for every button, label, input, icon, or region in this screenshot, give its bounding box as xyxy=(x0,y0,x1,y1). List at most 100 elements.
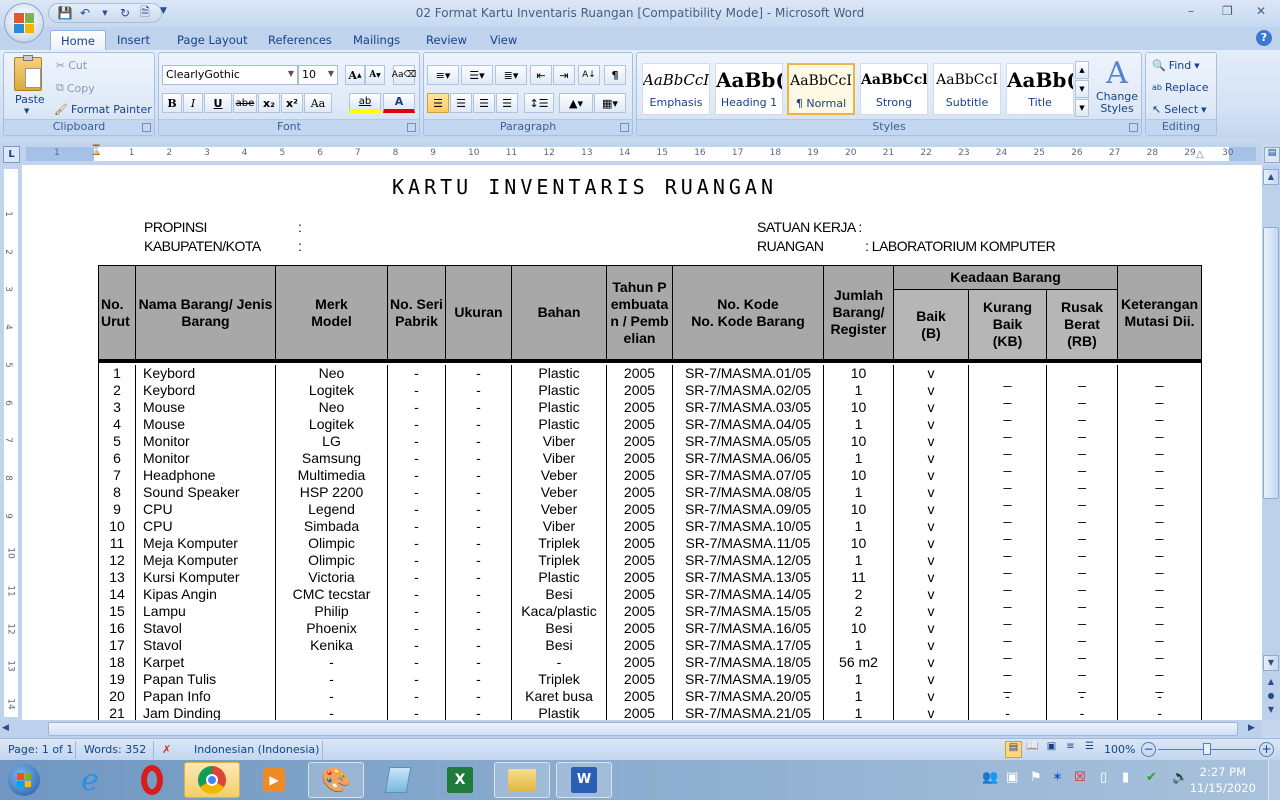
styles-scroll-up-icon[interactable]: ▲ xyxy=(1075,61,1089,79)
view-ruler-button[interactable]: ▤ xyxy=(1264,147,1280,163)
next-page-icon[interactable]: ▼ xyxy=(1263,703,1279,719)
increase-indent-button[interactable]: ⇥ xyxy=(553,65,575,85)
style-heading-1[interactable]: AaBb(Heading 1 xyxy=(715,63,783,115)
change-styles-button[interactable]: A Change Styles xyxy=(1095,57,1139,121)
print-layout-view-icon[interactable]: ▤ xyxy=(1005,741,1022,758)
language-indicator[interactable]: Indonesian (Indonesia) xyxy=(194,743,319,756)
align-center-button[interactable]: ☰ xyxy=(450,93,472,113)
word-count[interactable]: Words: 352 xyxy=(84,743,146,756)
undo-dropdown-icon[interactable]: ▼ xyxy=(97,5,113,21)
start-button[interactable] xyxy=(4,762,44,798)
font-size-combo[interactable]: 10 ▼ xyxy=(298,65,338,85)
redo-icon[interactable]: ↻ xyxy=(117,5,133,21)
signal-icon[interactable]: ▮ xyxy=(1122,770,1129,785)
style-emphasis[interactable]: AaBbCcI Emphasis xyxy=(642,63,710,115)
tab-page-layout[interactable]: Page Layout xyxy=(167,30,258,51)
select-button[interactable]: ↖ Select ▼ xyxy=(1152,103,1207,116)
paste-icon[interactable] xyxy=(14,55,42,91)
scroll-down-icon[interactable]: ▼ xyxy=(1263,655,1279,671)
proofing-icon[interactable]: ✗ xyxy=(162,743,171,756)
office-button[interactable] xyxy=(4,3,44,43)
right-indent-marker-icon[interactable]: △ xyxy=(1196,149,1204,160)
horizontal-scrollbar[interactable]: ◀ ▶ xyxy=(0,720,1262,738)
format-painter-button[interactable]: 🖌 Format Painter xyxy=(54,103,152,116)
draft-view-icon[interactable]: ☰ xyxy=(1081,741,1098,758)
taskbar-opera[interactable] xyxy=(124,762,180,798)
help-icon[interactable]: ? xyxy=(1256,30,1272,46)
subscript-button[interactable]: x₂ xyxy=(258,93,280,113)
strikethrough-button[interactable]: abe xyxy=(233,93,257,113)
full-screen-reading-icon[interactable]: 📖 xyxy=(1024,741,1041,758)
style-normal[interactable]: AaBbCcI ¶ Normal xyxy=(787,63,855,115)
bullets-button[interactable]: ≡▾ xyxy=(427,65,459,85)
horizontal-scroll-thumb[interactable] xyxy=(48,722,1238,736)
vertical-scrollbar[interactable]: ▲ ▼ ▲ ● ▼ xyxy=(1262,165,1280,720)
restore-button[interactable]: ❐ xyxy=(1222,4,1233,18)
shrink-font-button[interactable]: A ▼ xyxy=(365,65,385,85)
borders-button[interactable]: ▦▾ xyxy=(594,93,626,113)
sort-button[interactable]: A↓ xyxy=(578,65,600,85)
styles-scroll-down-icon[interactable]: ▼ xyxy=(1075,80,1089,98)
clear-formatting-button[interactable]: Aa⌫ xyxy=(392,65,416,85)
line-spacing-button[interactable]: ↕☰ xyxy=(524,93,554,113)
show-formatting-button[interactable]: ¶ xyxy=(604,65,626,85)
system-clock[interactable]: 2:27 PM 11/15/2020 xyxy=(1190,764,1256,796)
network-disconnected-icon[interactable]: ☒ xyxy=(1074,770,1086,785)
vertical-scroll-thumb[interactable] xyxy=(1263,227,1279,499)
safely-remove-hardware-icon[interactable]: ✔ xyxy=(1146,770,1157,785)
italic-button[interactable]: I xyxy=(183,93,203,113)
highlight-button[interactable]: ab xyxy=(349,93,381,113)
taskbar-explorer[interactable] xyxy=(494,762,550,798)
font-color-button[interactable]: A xyxy=(383,93,415,113)
find-button[interactable]: 🔍 Find ▼ xyxy=(1152,59,1200,72)
page-count[interactable]: Page: 1 of 1 xyxy=(8,743,73,756)
multilevel-list-button[interactable]: ≣▾ xyxy=(495,65,527,85)
styles-more-icon[interactable]: ▼ xyxy=(1075,99,1089,117)
decrease-indent-button[interactable]: ⇤ xyxy=(530,65,552,85)
tab-home[interactable]: Home xyxy=(50,30,106,51)
volume-icon[interactable]: 🔈 xyxy=(1172,770,1188,785)
change-case-button[interactable]: Aa xyxy=(304,93,332,113)
zoom-level[interactable]: 100% xyxy=(1104,743,1135,756)
superscript-button[interactable]: x² xyxy=(281,93,303,113)
show-desktop-button[interactable] xyxy=(1268,760,1280,800)
style-title[interactable]: AaBb(Title xyxy=(1006,63,1074,115)
scroll-left-icon[interactable]: ◀ xyxy=(2,723,9,733)
onenote-icon[interactable]: ▣ xyxy=(1006,770,1018,785)
print-preview-icon[interactable]: 🗎 xyxy=(137,5,153,21)
align-right-button[interactable]: ☰ xyxy=(473,93,495,113)
justify-button[interactable]: ☰ xyxy=(496,93,518,113)
paragraph-launcher-icon[interactable] xyxy=(620,123,629,132)
bluetooth-icon[interactable]: ✶ xyxy=(1052,770,1063,785)
replace-button[interactable]: ab Replace xyxy=(1152,81,1209,94)
customize-dropdown-icon[interactable]: ▼ xyxy=(160,6,167,16)
close-button[interactable]: ✕ xyxy=(1256,4,1266,18)
outline-view-icon[interactable]: ≡ xyxy=(1062,741,1079,758)
taskbar-media-player[interactable]: ▶ xyxy=(246,762,302,798)
tab-review[interactable]: Review xyxy=(416,30,477,51)
taskbar-paint[interactable]: 🎨 xyxy=(308,762,364,798)
taskbar-excel[interactable]: X xyxy=(432,762,488,798)
scroll-right-icon[interactable]: ▶ xyxy=(1248,723,1255,733)
scroll-up-icon[interactable]: ▲ xyxy=(1263,169,1279,185)
grow-font-button[interactable]: A ▲ xyxy=(345,65,365,85)
web-layout-icon[interactable]: ▣ xyxy=(1043,741,1060,758)
zoom-in-button[interactable]: + xyxy=(1259,742,1274,757)
underline-button[interactable]: U xyxy=(204,93,232,113)
horizontal-ruler[interactable]: L 1 1 2 3 4 5 6 7 8 9 10 11 12 13 14 15 16 17 18 19 20 21 22 23… xyxy=(0,143,1280,165)
shading-button[interactable]: ▲▾ xyxy=(559,93,593,113)
action-center-flag-icon[interactable]: ⚑ xyxy=(1030,770,1042,785)
taskbar-chrome[interactable] xyxy=(184,762,240,798)
tab-references[interactable]: References xyxy=(258,30,342,51)
network-user-icon[interactable]: 👥 xyxy=(982,770,998,785)
bold-button[interactable]: B xyxy=(162,93,182,113)
align-left-button[interactable]: ☰ xyxy=(427,93,449,113)
minimize-button[interactable]: – xyxy=(1188,4,1194,18)
tab-selector-button[interactable]: L xyxy=(3,146,20,163)
zoom-out-button[interactable]: − xyxy=(1141,742,1156,757)
tab-mailings[interactable]: Mailings xyxy=(343,30,410,51)
font-launcher-icon[interactable] xyxy=(407,123,416,132)
numbering-button[interactable]: ☰▾ xyxy=(461,65,493,85)
taskbar-notepad[interactable] xyxy=(370,762,426,798)
tab-insert[interactable]: Insert xyxy=(107,30,160,51)
